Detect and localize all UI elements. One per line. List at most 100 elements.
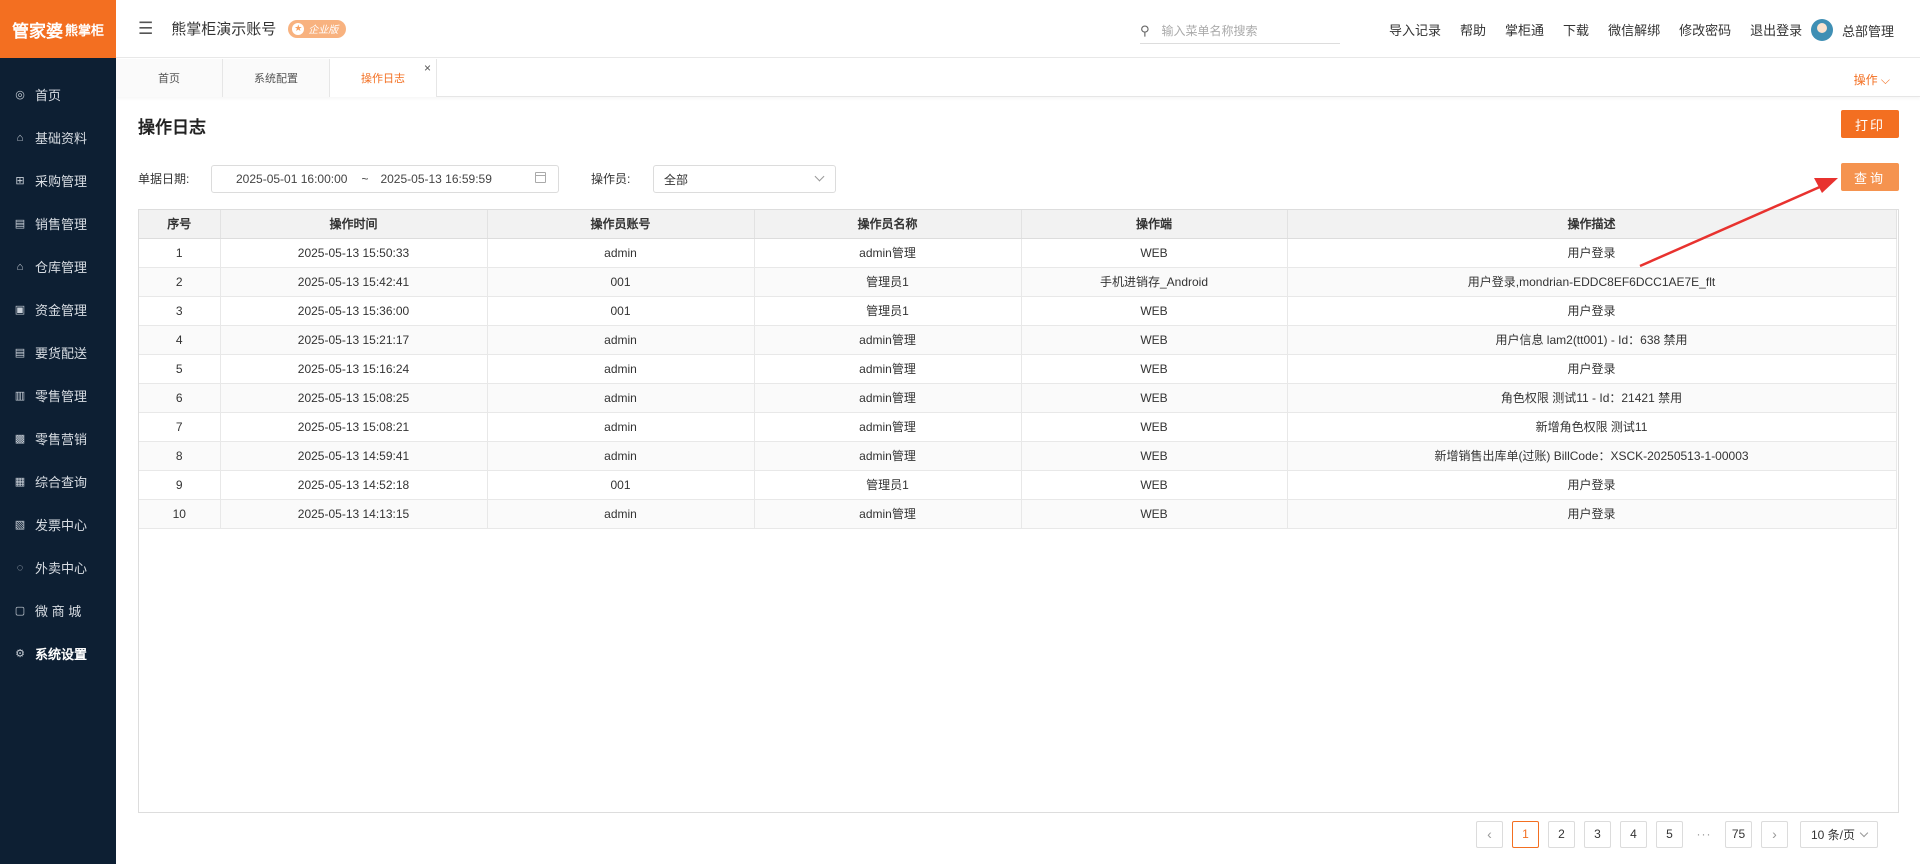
table-row[interactable]: 1 2025-05-13 15:50:33 admin admin管理 WEB 用户登录 <box>139 238 1897 268</box>
table-cell: 2025-05-13 15:21:17 <box>220 325 488 355</box>
page-button-last[interactable]: 75 <box>1725 820 1752 848</box>
sidebar-item-label: 微 商 城 <box>35 604 82 619</box>
sales-icon: ▤ <box>14 218 26 230</box>
table-body: 1 2025-05-13 15:50:33 admin admin管理 WEB 用户登录 2… <box>139 238 1897 529</box>
page-button[interactable]: 1 <box>1512 820 1539 848</box>
tab-operations-dropdown[interactable]: 操作 ⌵ <box>1854 71 1890 88</box>
table-cell: 管理员1 <box>754 267 1022 297</box>
date-range-picker[interactable]: 2025-05-01 16:00:00 ~ 2025-05-13 16:59:5… <box>211 165 559 193</box>
table-cell: 用户登录 <box>1287 499 1897 529</box>
table-row[interactable]: 9 2025-05-13 14:52:18 001 管理员1 WEB 用户登录 <box>139 470 1897 500</box>
date-start[interactable]: 2025-05-01 16:00:00 <box>236 172 347 186</box>
sidebar-item[interactable]: ▩ 零售营销 <box>0 417 116 460</box>
operator-select[interactable]: 全部 <box>653 165 836 193</box>
header-link[interactable]: 导入记录 <box>1389 20 1441 39</box>
sidebar: 管家婆 熊掌柜 ◎ 首页 ⌂ 基础资料 ⊞ 采购管理 ▤ 销售管理 ⌂ 仓库管理 ▣ 资金管理 ▤ 要货配… <box>0 0 116 864</box>
alarm-icon: ◌ <box>16 561 24 574</box>
menu-toggle-icon[interactable]: ☰ <box>138 19 153 39</box>
user-menu[interactable]: 总部管理 <box>1810 19 1894 41</box>
page-button[interactable]: 4 <box>1620 820 1647 848</box>
edition-badge: ★ 企业版 <box>288 19 347 38</box>
header-link[interactable]: 微信解绑 <box>1608 20 1660 39</box>
table-row[interactable]: 4 2025-05-13 15:21:17 admin admin管理 WEB 用户信息 … <box>139 325 1897 355</box>
table-cell: WEB <box>1021 354 1288 384</box>
table-row[interactable]: 6 2025-05-13 15:08:25 admin admin管理 WEB 角色权限 … <box>139 383 1897 413</box>
operator-filter-label: 操作员: <box>591 172 631 186</box>
sidebar-item[interactable]: ⌂ 基础资料 <box>0 116 116 159</box>
tab-operation-log[interactable]: 操作日志 × <box>330 59 437 97</box>
star-icon: ★ <box>292 22 305 35</box>
sidebar-item-label: 资金管理 <box>35 303 88 318</box>
table-cell: WEB <box>1021 238 1288 268</box>
table-cell: 6 <box>139 383 221 413</box>
column-header[interactable]: 操作员账号 <box>487 210 755 239</box>
table-row[interactable]: 2 2025-05-13 15:42:41 001 管理员1 手机进销存_Android… <box>139 267 1897 297</box>
sidebar-item[interactable]: ▦ 综合查询 <box>0 460 116 503</box>
table-cell: 用户登录 <box>1287 354 1897 384</box>
column-header[interactable]: 操作时间 <box>220 210 488 239</box>
table-row[interactable]: 8 2025-05-13 14:59:41 admin admin管理 WEB 新增销售出… <box>139 441 1897 471</box>
table-cell: 手机进销存_Android <box>1021 267 1288 297</box>
sidebar-item[interactable]: ▧ 发票中心 <box>0 503 116 546</box>
prev-page-button[interactable]: ‹ <box>1476 820 1503 848</box>
table-row[interactable]: 5 2025-05-13 15:16:24 admin admin管理 WEB 用户登录 <box>139 354 1897 384</box>
print-button[interactable]: 打印 <box>1841 110 1899 138</box>
sidebar-item-label: 零售管理 <box>35 389 88 404</box>
next-page-button[interactable]: › <box>1761 820 1788 848</box>
column-header[interactable]: 操作员名称 <box>754 210 1022 239</box>
header-link[interactable]: 掌柜通 <box>1505 20 1544 39</box>
table-row[interactable]: 3 2025-05-13 15:36:00 001 管理员1 WEB 用户登录 <box>139 296 1897 326</box>
page-size-select[interactable]: 10 条/页 <box>1800 820 1878 848</box>
cart-icon: ⊞ <box>15 175 25 187</box>
menu-search-input[interactable] <box>1161 23 1332 38</box>
column-header[interactable]: 操作描述 <box>1287 210 1897 239</box>
sidebar-item[interactable]: ⊞ 采购管理 <box>0 159 116 202</box>
table-cell: 1 <box>139 238 221 268</box>
sidebar-item[interactable]: ▤ 销售管理 <box>0 202 116 245</box>
table-cell: admin <box>487 499 755 529</box>
top-header: ☰ 熊掌柜演示账号 ★ 企业版 ⚲ 导入记录帮助掌柜通下载微信解绑修改密码退出登… <box>116 0 1920 58</box>
date-end[interactable]: 2025-05-13 16:59:59 <box>380 172 491 186</box>
table-cell: 2025-05-13 15:36:00 <box>220 296 488 326</box>
table-cell: 5 <box>139 354 221 384</box>
sidebar-item[interactable]: ▣ 资金管理 <box>0 288 116 331</box>
sidebar-item[interactable]: ◎ 首页 <box>0 73 116 116</box>
sidebar-item[interactable]: ▤ 要货配送 <box>0 331 116 374</box>
sidebar-item[interactable]: ⚙ 系统设置 <box>0 632 116 675</box>
search-icon: ⚲ <box>1140 22 1150 38</box>
tab-home[interactable]: 首页 <box>116 59 223 97</box>
header-link[interactable]: 帮助 <box>1460 20 1486 39</box>
table-cell: admin <box>487 354 755 384</box>
table-cell: 用户登录,mondrian-EDDC8EF6DCC1AE7E_flt <box>1287 267 1897 297</box>
tab-system-config[interactable]: 系统配置 <box>223 59 330 97</box>
header-links: 导入记录 帮助 掌柜通 下载 微信解绑 修改密码 退出登录 <box>1389 0 1821 58</box>
sidebar-item[interactable]: ▥ 零售管理 <box>0 374 116 417</box>
sidebar-item-label: 外卖中心 <box>35 561 88 576</box>
sidebar-item[interactable]: ▢ 微 商 城 <box>0 589 116 632</box>
header-link[interactable]: 退出登录 <box>1750 20 1802 39</box>
page-tabs: 首页 系统配置 操作日志 × 操作 ⌵ <box>116 59 1920 97</box>
sidebar-item[interactable]: ◌ 外卖中心 <box>0 546 116 589</box>
header-link[interactable]: 下载 <box>1563 20 1589 39</box>
pagination-ellipsis[interactable]: ··· <box>1692 820 1716 848</box>
table-cell: 2025-05-13 14:13:15 <box>220 499 488 529</box>
page-button[interactable]: 5 <box>1656 820 1683 848</box>
sidebar-item-label: 系统设置 <box>35 647 88 662</box>
table-cell: admin <box>487 441 755 471</box>
table-row[interactable]: 7 2025-05-13 15:08:21 admin admin管理 WEB 新增角色权… <box>139 412 1897 442</box>
sidebar-item[interactable]: ⌂ 仓库管理 <box>0 245 116 288</box>
page-button[interactable]: 2 <box>1548 820 1575 848</box>
table-cell: admin管理 <box>754 238 1022 268</box>
brand-logo[interactable]: 管家婆 熊掌柜 <box>0 0 116 58</box>
avatar <box>1810 19 1833 41</box>
query-button[interactable]: 查询 <box>1841 163 1899 191</box>
table-row[interactable]: 10 2025-05-13 14:13:15 admin admin管理 WEB 用户登录 <box>139 499 1897 529</box>
close-icon[interactable]: × <box>424 61 431 75</box>
edition-badge-label: 企业版 <box>308 25 339 36</box>
pagination: ‹ 12345 ··· 75 › 10 条/页 <box>1476 820 1878 848</box>
page-button[interactable]: 3 <box>1584 820 1611 848</box>
column-header[interactable]: 操作端 <box>1021 210 1288 239</box>
chevron-down-icon <box>1859 828 1869 837</box>
header-link[interactable]: 修改密码 <box>1679 20 1731 39</box>
column-header[interactable]: 序号 <box>139 210 221 239</box>
